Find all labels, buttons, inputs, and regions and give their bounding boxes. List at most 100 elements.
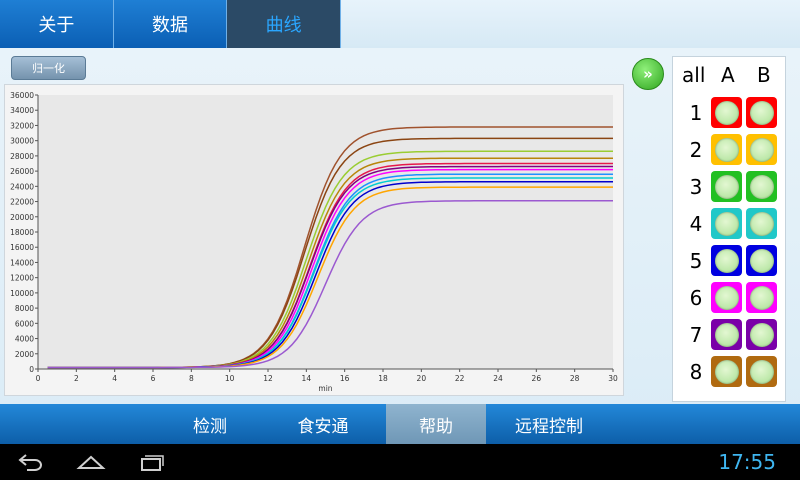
well-1b[interactable] xyxy=(746,97,777,128)
y-tick-label: 14000 xyxy=(10,258,34,267)
y-tick-label: 32000 xyxy=(10,121,34,130)
well-indicator xyxy=(714,137,739,162)
y-tick-label: 30000 xyxy=(10,137,34,146)
well-8b[interactable] xyxy=(746,356,777,387)
curve-chart-svg: 0200040006000800010000120001400016000180… xyxy=(10,91,618,393)
x-tick-label: 4 xyxy=(112,374,117,383)
well-3b[interactable] xyxy=(746,171,777,202)
well-6a[interactable] xyxy=(711,282,742,313)
well-indicator xyxy=(714,248,739,273)
row-label-5[interactable]: 5 xyxy=(688,249,704,273)
well-selector-panel: all A B 1 2 3 4 5 6 7 8 xyxy=(672,56,786,402)
well-1a[interactable] xyxy=(711,97,742,128)
x-tick-label: 12 xyxy=(263,374,273,383)
x-tick-label: 30 xyxy=(608,374,618,383)
curve-chart: 0 2000 4000 6000 8000 10000 12000 14000 16000 180… xyxy=(4,84,624,396)
y-tick-label: 20000 xyxy=(10,213,34,222)
y-tick-label: 26000 xyxy=(10,167,34,176)
y-tick-label: 4000 xyxy=(15,335,34,344)
well-7a[interactable] xyxy=(711,319,742,350)
row-label-2[interactable]: 2 xyxy=(688,138,704,162)
x-tick-label: 16 xyxy=(340,374,350,383)
system-clock: 17:55 xyxy=(718,450,776,474)
well-5a[interactable] xyxy=(711,245,742,276)
well-indicator xyxy=(749,174,774,199)
well-indicator xyxy=(749,248,774,273)
y-tick-label: 12000 xyxy=(10,274,34,283)
well-indicator xyxy=(749,100,774,125)
tab-curve[interactable]: 曲线 xyxy=(227,0,342,48)
well-indicator xyxy=(714,285,739,310)
nav-detect[interactable]: 检测 xyxy=(160,404,260,444)
nav-food-safety[interactable]: 食安通 xyxy=(260,404,386,444)
bottom-nav-bar: 检测 食安通 帮助 远程控制 xyxy=(0,404,800,444)
x-tick-label: 2 xyxy=(74,374,79,383)
y-tick-label: 18000 xyxy=(10,228,34,237)
top-tab-bar: 关于 数据 曲线 xyxy=(0,0,342,48)
y-tick-label: 24000 xyxy=(10,182,34,191)
column-a-header[interactable]: A xyxy=(721,63,735,87)
x-tick-label: 22 xyxy=(455,374,465,383)
well-indicator xyxy=(749,359,774,384)
well-5b[interactable] xyxy=(746,245,777,276)
x-tick-label: 24 xyxy=(493,374,503,383)
well-6b[interactable] xyxy=(746,282,777,313)
well-3a[interactable] xyxy=(711,171,742,202)
nav-help[interactable]: 帮助 xyxy=(386,404,486,444)
well-2b[interactable] xyxy=(746,134,777,165)
y-tick-label: 10000 xyxy=(10,289,34,298)
y-tick-label: 0 xyxy=(29,365,34,374)
x-tick-label: 20 xyxy=(417,374,427,383)
well-indicator xyxy=(714,322,739,347)
x-tick-label: 18 xyxy=(378,374,388,383)
well-indicator xyxy=(749,211,774,236)
top-bar-background xyxy=(341,0,800,48)
well-indicator xyxy=(749,137,774,162)
row-label-6[interactable]: 6 xyxy=(688,286,704,310)
y-tick-label: 16000 xyxy=(10,243,34,252)
x-tick-label: 0 xyxy=(36,374,41,383)
normalize-button[interactable]: 归一化 xyxy=(11,56,86,80)
x-tick-label: 14 xyxy=(302,374,312,383)
column-b-header[interactable]: B xyxy=(757,63,771,87)
select-all-header[interactable]: all xyxy=(682,63,705,87)
nav-remote-control[interactable]: 远程控制 xyxy=(486,404,612,444)
row-label-7[interactable]: 7 xyxy=(688,323,704,347)
well-indicator xyxy=(749,285,774,310)
back-icon[interactable] xyxy=(14,444,48,480)
well-8a[interactable] xyxy=(711,356,742,387)
well-indicator xyxy=(749,322,774,347)
row-label-4[interactable]: 4 xyxy=(688,212,704,236)
y-tick-label: 2000 xyxy=(15,350,34,359)
well-indicator xyxy=(714,359,739,384)
well-2a[interactable] xyxy=(711,134,742,165)
x-tick-label: 10 xyxy=(225,374,235,383)
y-tick-label: 6000 xyxy=(15,319,34,328)
x-tick-label: 8 xyxy=(189,374,194,383)
well-indicator xyxy=(714,211,739,236)
app-screen: 关于 数据 曲线 归一化 0 2000 4000 6000 8000 10000 12000… xyxy=(0,0,800,480)
fast-forward-icon[interactable]: » xyxy=(632,58,664,90)
recent-apps-icon[interactable] xyxy=(134,444,168,480)
x-axis-label: min xyxy=(318,384,332,393)
y-tick-label: 8000 xyxy=(15,304,34,313)
x-tick-label: 28 xyxy=(570,374,580,383)
row-label-1[interactable]: 1 xyxy=(688,101,704,125)
tab-about[interactable]: 关于 xyxy=(0,0,114,48)
y-tick-label: 28000 xyxy=(10,152,34,161)
tab-data[interactable]: 数据 xyxy=(113,0,228,48)
row-label-3[interactable]: 3 xyxy=(688,175,704,199)
well-indicator xyxy=(714,174,739,199)
row-label-8[interactable]: 8 xyxy=(688,360,704,384)
well-indicator xyxy=(714,100,739,125)
system-nav-bar: 17:55 xyxy=(0,444,800,480)
well-4b[interactable] xyxy=(746,208,777,239)
y-tick-label: 36000 xyxy=(10,91,34,100)
home-icon[interactable] xyxy=(74,444,108,480)
y-tick-label: 22000 xyxy=(10,198,34,207)
x-tick-label: 6 xyxy=(151,374,156,383)
well-4a[interactable] xyxy=(711,208,742,239)
y-tick-label: 34000 xyxy=(10,106,34,115)
x-tick-label: 26 xyxy=(532,374,542,383)
well-7b[interactable] xyxy=(746,319,777,350)
